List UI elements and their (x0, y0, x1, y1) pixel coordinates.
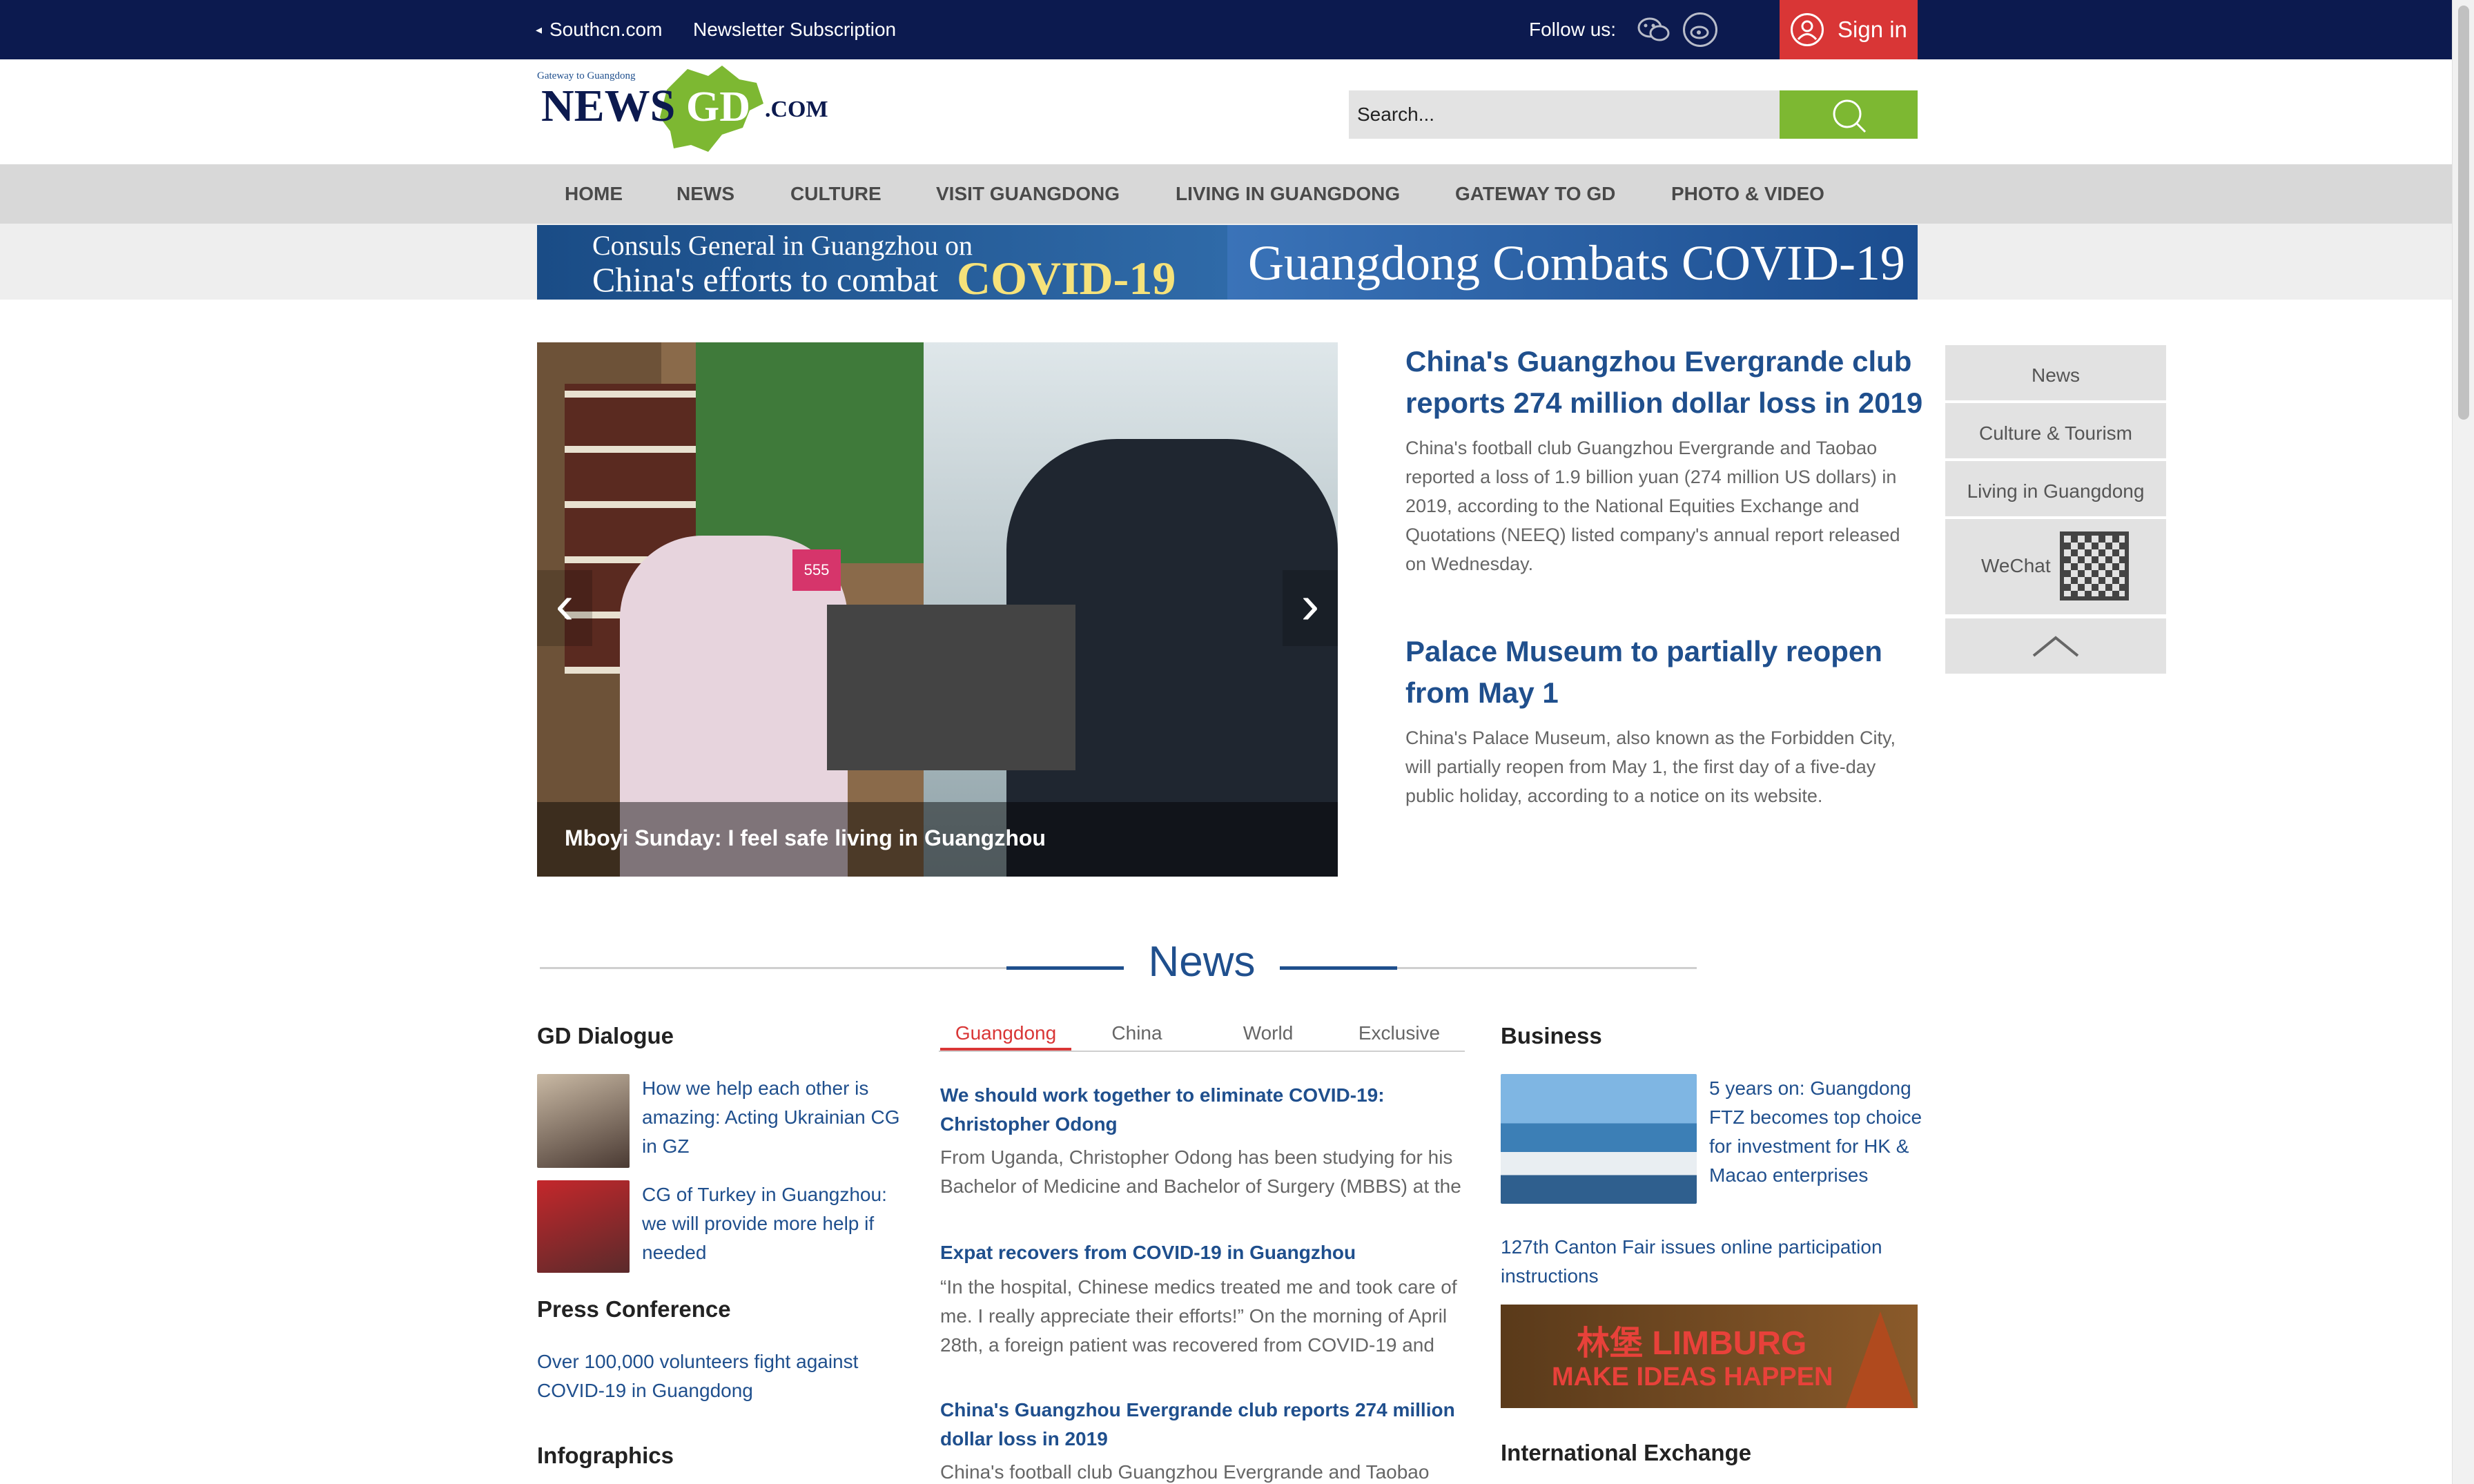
story-1-desc: From Uganda, Christopher Odong has been … (940, 1146, 1461, 1197)
site-logo[interactable]: Gateway to Guangdong NEWS GD .COM (536, 62, 828, 159)
business-thumb-ship[interactable] (1501, 1074, 1697, 1204)
story-3-desc: China's football club Guangzhou Evergran… (940, 1461, 1430, 1483)
sidebar-wechat-label: WeChat (1981, 555, 2051, 576)
slider-prev-button[interactable]: ‹ (537, 570, 592, 646)
sign-in-button[interactable]: Sign in (1780, 0, 1918, 59)
infographics-heading: Infographics (537, 1443, 674, 1468)
limburg-ad-banner[interactable]: 林堡 LIMBURG MAKE IDEAS HAPPEN (1501, 1305, 1918, 1408)
banner-left-line1: Consuls General in Guangzhou on (592, 230, 973, 261)
wechat-follow-icon[interactable] (1636, 12, 1671, 47)
tab-exclusive[interactable]: Exclusive (1334, 1016, 1465, 1051)
southcn-link[interactable]: Southcn.com (549, 0, 662, 59)
nav-culture[interactable]: CULTURE (790, 164, 882, 224)
search-input[interactable] (1349, 90, 1781, 139)
nav-home[interactable]: HOME (565, 164, 623, 224)
header (0, 59, 2452, 164)
limburg-ad-line1: 林堡 LIMBURG (1577, 1325, 1807, 1362)
back-to-top-button[interactable] (1945, 618, 2166, 674)
story-2-title[interactable]: Expat recovers from COVID-19 in Guangzho… (940, 1238, 1465, 1267)
cash-register (827, 605, 1075, 770)
banner-right-text: Guangdong Combats COVID-19 (1248, 235, 1905, 291)
tabs-underline (939, 1051, 1465, 1052)
logo-com: .COM (765, 97, 828, 122)
vertical-scrollbar[interactable] (2452, 0, 2474, 1484)
banner-left-covid: COVID-19 (957, 252, 1176, 300)
logo-news: NEWS (541, 81, 676, 131)
nav-news[interactable]: NEWS (676, 164, 734, 224)
nav-living-in-guangdong[interactable]: LIVING IN GUANGDONG (1176, 164, 1400, 224)
headline-2-title[interactable]: Palace Museum to partially reopen from M… (1405, 631, 1923, 714)
news-section-title: News (1124, 937, 1280, 986)
search-icon (1833, 99, 1867, 133)
newsletter-link[interactable]: Newsletter Subscription (693, 0, 896, 59)
nav-photo-video[interactable]: PHOTO & VIDEO (1671, 164, 1824, 224)
weibo-follow-icon[interactable] (1683, 12, 1717, 47)
tab-guangdong[interactable]: Guangdong (940, 1016, 1071, 1051)
caret-left-icon: ◂ (536, 23, 543, 37)
search-button[interactable] (1780, 90, 1918, 139)
gd-dialogue-item-1[interactable]: How we help each other is amazing: Actin… (642, 1074, 911, 1161)
banner-left-line2: China's efforts to combat (592, 260, 939, 299)
section-accent-left (1006, 966, 1124, 970)
sidebar-living-in-guangdong[interactable]: Living in Guangdong (1945, 461, 2166, 516)
headline-1-desc: China's football club Guangzhou Evergran… (1405, 438, 1900, 574)
business-heading: Business (1501, 1023, 1602, 1048)
nav-gateway-to-gd[interactable]: GATEWAY TO GD (1455, 164, 1615, 224)
scrollbar-thumb[interactable] (2458, 6, 2469, 420)
business-item-2[interactable]: 127th Canton Fair issues online particip… (1501, 1233, 1922, 1291)
gd-dialogue-item-2[interactable]: CG of Turkey in Guangzhou: we will provi… (642, 1180, 911, 1267)
headline-1-title[interactable]: China's Guangzhou Evergrande club report… (1405, 341, 1923, 424)
limburg-ad-line2: MAKE IDEAS HAPPEN (1552, 1363, 1833, 1392)
follow-label: Follow us: (1529, 19, 1617, 40)
tower-icon (1846, 1311, 1915, 1408)
gd-dialogue-thumb-1[interactable] (537, 1074, 630, 1168)
gd-dialogue-thumb-2[interactable] (537, 1180, 630, 1273)
store-sign: 555 (792, 549, 841, 591)
tab-china[interactable]: China (1071, 1016, 1202, 1051)
slider-caption[interactable]: Mboyi Sunday: I feel safe living in Guan… (537, 802, 1338, 877)
story-3-title[interactable]: China's Guangzhou Evergrande club report… (940, 1396, 1465, 1454)
sidebar-culture-tourism[interactable]: Culture & Tourism (1945, 403, 2166, 458)
nav-visit-guangdong[interactable]: VISIT GUANGDONG (936, 164, 1120, 224)
story-1-title[interactable]: We should work together to eliminate COV… (940, 1081, 1465, 1139)
chevron-up-icon (2032, 636, 2079, 657)
gd-dialogue-heading: GD Dialogue (537, 1023, 674, 1048)
international-exchange-heading: International Exchange (1501, 1440, 1752, 1465)
top-bar (0, 0, 2452, 59)
slider-next-button[interactable]: › (1283, 570, 1338, 646)
story-2-desc: “In the hospital, Chinese medics treated… (940, 1276, 1457, 1356)
sign-in-label: Sign in (1838, 17, 1907, 42)
tab-world[interactable]: World (1202, 1016, 1334, 1051)
headline-2-desc: China's Palace Museum, also known as the… (1405, 728, 1896, 806)
press-conference-heading: Press Conference (537, 1296, 731, 1322)
featured-slider[interactable]: 555 ‹ › Mboyi Sunday: I feel safe living… (537, 342, 1338, 877)
logo-gd: GD (686, 84, 750, 130)
business-item-1[interactable]: 5 years on: Guangdong FTZ becomes top ch… (1709, 1074, 1923, 1190)
section-accent-right (1280, 966, 1397, 970)
press-conference-item[interactable]: Over 100,000 volunteers fight against CO… (537, 1347, 896, 1405)
guangdong-combats-banner[interactable]: Guangdong Combats COVID-19 (1227, 225, 1918, 300)
user-icon (1791, 13, 1824, 46)
sidebar-wechat[interactable]: WeChat (1945, 519, 2166, 614)
qr-code-icon (2060, 531, 2129, 601)
covid-consuls-banner[interactable]: Consuls General in Guangzhou on China's … (537, 225, 1227, 300)
plant-wall (696, 342, 924, 563)
sidebar-news[interactable]: News (1945, 345, 2166, 400)
